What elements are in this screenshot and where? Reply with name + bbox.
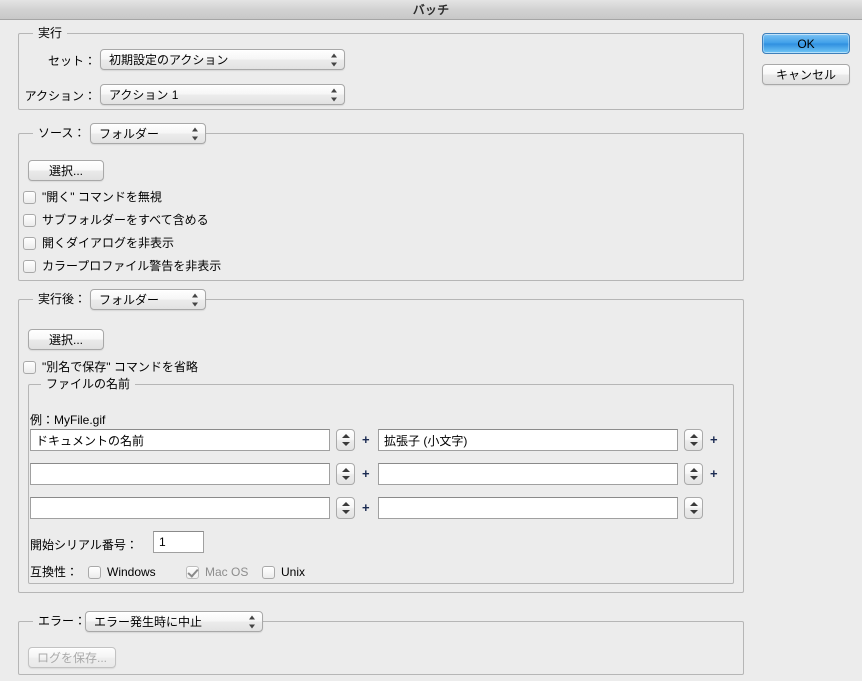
destination-group-legend: 実行後： [33, 292, 92, 306]
checkbox-override-save-as[interactable]: "別名で保存" コマンドを省略 [23, 359, 198, 375]
serial-number-label: 開始シリアル番号： [30, 538, 138, 552]
checkbox-box[interactable] [23, 190, 36, 204]
destination-popup[interactable]: フォルダー [90, 289, 206, 310]
source-value: フォルダー [99, 127, 160, 141]
file-naming-group-legend: ファイルの名前 [41, 377, 136, 391]
file-naming-stepper-1a[interactable] [336, 429, 355, 451]
checkbox-include-subfolders[interactable]: サブフォルダーをすべて含める [23, 212, 209, 228]
file-naming-field-1b[interactable]: 拡張子 (小文字) [378, 429, 678, 451]
compatibility-label: 互換性： [30, 565, 79, 579]
file-naming-plus-1: + [362, 432, 370, 447]
action-set-value: 初期設定のアクション [109, 53, 229, 67]
destination-choose-button[interactable]: 選択... [28, 329, 104, 350]
popup-arrows-icon [192, 127, 199, 140]
window-titlebar: バッチ [0, 0, 862, 20]
checkbox-box[interactable] [23, 236, 36, 250]
ok-button[interactable]: OK [762, 33, 850, 54]
file-naming-stepper-2a[interactable] [336, 463, 355, 485]
window-title: バッチ [412, 3, 450, 17]
checkbox-box[interactable] [88, 565, 101, 579]
checkbox-compat-windows[interactable]: Windows [88, 564, 156, 580]
checkbox-label: Mac OS [205, 565, 249, 579]
errors-legend-label: エラー： [38, 614, 87, 628]
destination-value: フォルダー [99, 293, 160, 307]
save-log-button: ログを保存... [28, 647, 116, 668]
file-naming-plus-1-trailing: + [710, 432, 718, 447]
checkbox-box[interactable] [23, 259, 36, 273]
checkbox-compat-macos: Mac OS [186, 564, 248, 580]
checkbox-label: 開くダイアログを非表示 [42, 236, 175, 250]
checkbox-suppress-open-dialogs[interactable]: 開くダイアログを非表示 [23, 235, 174, 251]
serial-number-input[interactable]: 1 [153, 531, 204, 553]
source-choose-button[interactable]: 選択... [28, 160, 104, 181]
file-naming-field-2a[interactable] [30, 463, 330, 485]
checkmark-icon [186, 565, 199, 579]
action-value: アクション 1 [109, 88, 179, 102]
popup-arrows-icon [331, 88, 338, 101]
file-naming-field-3b[interactable] [378, 497, 678, 519]
checkbox-override-open[interactable]: "開く" コマンドを無視 [23, 189, 162, 205]
file-naming-plus-2: + [362, 466, 370, 481]
popup-arrows-icon [192, 293, 199, 306]
errors-popup[interactable]: エラー発生時に中止 [85, 611, 263, 632]
source-group-legend: ソース： [33, 126, 91, 140]
checkbox-label: Windows [107, 565, 156, 579]
popup-arrows-icon [331, 53, 338, 66]
file-naming-plus-3: + [362, 500, 370, 515]
checkbox-label: Unix [281, 565, 306, 579]
checkbox-box[interactable] [262, 565, 275, 579]
file-naming-stepper-3b[interactable] [684, 497, 703, 519]
file-naming-example: 例：MyFile.gif [30, 413, 106, 427]
action-popup[interactable]: アクション 1 [100, 84, 345, 105]
set-label: セット： [47, 54, 96, 68]
checkbox-label: "開く" コマンドを無視 [42, 190, 162, 204]
action-set-popup[interactable]: 初期設定のアクション [100, 49, 345, 70]
destination-legend-label: 実行後： [38, 292, 87, 306]
errors-value: エラー発生時に中止 [94, 615, 203, 629]
file-naming-stepper-2b[interactable] [684, 463, 703, 485]
checkbox-box[interactable] [23, 360, 36, 374]
checkbox-label: サブフォルダーをすべて含める [42, 213, 209, 227]
checkbox-suppress-color-warnings[interactable]: カラープロファイル警告を非表示 [23, 258, 221, 274]
checkbox-compat-unix[interactable]: Unix [262, 564, 305, 580]
checkbox-label: "別名で保存" コマンドを省略 [42, 360, 198, 374]
popup-arrows-icon [249, 615, 256, 628]
checkbox-label: カラープロファイル警告を非表示 [42, 259, 222, 273]
file-naming-field-2b[interactable] [378, 463, 678, 485]
file-naming-stepper-3a[interactable] [336, 497, 355, 519]
file-naming-stepper-1b[interactable] [684, 429, 703, 451]
checkbox-box[interactable] [23, 213, 36, 227]
action-label: アクション： [24, 89, 96, 103]
source-legend-label: ソース： [38, 126, 86, 140]
cancel-button[interactable]: キャンセル [762, 64, 850, 85]
errors-group-legend: エラー： [33, 614, 92, 628]
file-naming-plus-2-trailing: + [710, 466, 718, 481]
file-naming-field-3a[interactable] [30, 497, 330, 519]
source-popup[interactable]: フォルダー [90, 123, 206, 144]
play-group-legend: 実行 [33, 26, 68, 40]
file-naming-field-1a[interactable]: ドキュメントの名前 [30, 429, 330, 451]
